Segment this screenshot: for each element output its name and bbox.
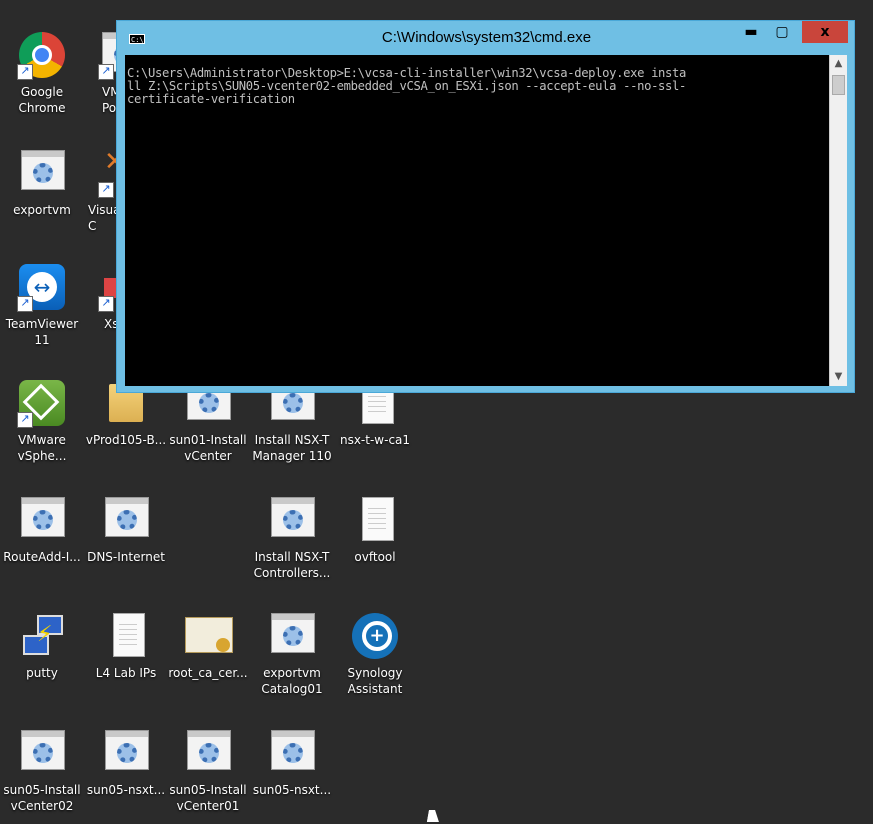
shortcut-arrow-icon: ↗	[98, 296, 114, 312]
desktop-icon-sun05-install-vcenter02[interactable]: sun05-Install vCenter02	[0, 728, 84, 814]
script-icon	[21, 150, 65, 190]
desktop-icon-dns-internet[interactable]: DNS-Internet	[84, 495, 168, 565]
document-icon	[113, 613, 145, 657]
minimize-button[interactable]: ▬	[736, 21, 766, 43]
desktop-icon-google-chrome[interactable]: ↗ Google Chrome	[0, 30, 84, 116]
desktop-icon-install-nsx-controllers[interactable]: Install NSX-T Controllers...	[250, 495, 334, 581]
shortcut-arrow-icon: ↗	[17, 296, 33, 312]
icon-label: sun05-Install vCenter02	[3, 783, 81, 813]
putty-icon: ⚡	[23, 615, 63, 657]
desktop: ↗ Google Chrome exportvm ↗ TeamViewer 11…	[0, 0, 873, 824]
script-icon	[105, 497, 149, 537]
scroll-up-icon[interactable]: ▲	[830, 55, 847, 73]
script-icon	[271, 730, 315, 770]
desktop-icon-sun05-install-vcenter01[interactable]: sun05-Install vCenter01	[166, 728, 250, 814]
icon-label: root_ca_cer...	[168, 666, 248, 680]
icon-label: Install NSX-T Controllers...	[253, 550, 331, 580]
icon-label: exportvm	[13, 203, 71, 217]
desktop-icon-ovftool[interactable]: ovftool	[333, 495, 417, 565]
desktop-icon-l4-lab-ips[interactable]: L4 Lab IPs	[84, 611, 168, 681]
desktop-icon-exportvm[interactable]: exportvm	[0, 148, 84, 218]
shortcut-arrow-icon: ↗	[17, 412, 33, 428]
desktop-icon-synology-assistant[interactable]: Synology Assistant	[333, 611, 417, 697]
icon-label: sun01-Install vCenter	[169, 433, 247, 463]
scroll-down-icon[interactable]: ▼	[830, 368, 847, 386]
shortcut-arrow-icon: ↗	[98, 64, 114, 80]
desktop-icon-root-ca-cert[interactable]: root_ca_cer...	[166, 611, 250, 681]
desktop-icon-routeadd[interactable]: RouteAdd-I...	[0, 495, 84, 565]
maximize-button[interactable]: ▢	[767, 21, 797, 43]
script-icon	[187, 730, 231, 770]
desktop-icon-vmware-vsphere[interactable]: ↗ VMware vSphe...	[0, 378, 84, 464]
icon-label: ovftool	[354, 550, 396, 564]
icon-label: Google Chrome	[18, 85, 66, 115]
icon-label: L4 Lab IPs	[95, 666, 157, 680]
icon-label: RouteAdd-I...	[3, 550, 81, 564]
cmd-titlebar[interactable]: C:\ C:\Windows\system32\cmd.exe ▬ ▢ x	[117, 21, 854, 55]
desktop-icon-teamviewer[interactable]: ↗ TeamViewer 11	[0, 262, 84, 348]
desktop-icon-exportvm-catalog01[interactable]: exportvm Catalog01	[250, 611, 334, 697]
script-icon	[271, 497, 315, 537]
shortcut-arrow-icon: ↗	[98, 182, 114, 198]
desktop-icon-sun05-nsxt-2[interactable]: sun05-nsxt...	[250, 728, 334, 798]
script-icon	[21, 497, 65, 537]
icon-label: TeamViewer 11	[5, 317, 79, 347]
icon-label: sun05-nsxt...	[86, 783, 166, 797]
console-area[interactable]: C:\Users\Administrator\Desktop>E:\vcsa-c…	[125, 55, 829, 386]
icon-label: Synology Assistant	[347, 666, 403, 696]
shortcut-arrow-icon: ↗	[17, 64, 33, 80]
icon-label: nsx-t-w-ca1	[339, 433, 411, 447]
icon-label: vProd105-B...	[85, 433, 167, 447]
icon-label: exportvm Catalog01	[261, 666, 323, 696]
icon-label: VMware vSphe...	[17, 433, 67, 463]
icon-label: DNS-Internet	[87, 550, 165, 564]
vertical-scrollbar[interactable]: ▲ ▼	[829, 55, 847, 386]
script-icon	[105, 730, 149, 770]
icon-label: Install NSX-T Manager 110	[252, 433, 332, 463]
document-icon	[362, 497, 394, 541]
scroll-thumb[interactable]	[832, 75, 845, 95]
icon-label: sun05-Install vCenter01	[169, 783, 247, 813]
desktop-icon-sun05-nsxt-1[interactable]: sun05-nsxt...	[84, 728, 168, 798]
script-icon	[271, 613, 315, 653]
certificate-icon	[185, 617, 233, 653]
mouse-cursor-icon	[426, 810, 442, 822]
icon-label: sun05-nsxt...	[252, 783, 332, 797]
cmd-window[interactable]: C:\ C:\Windows\system32\cmd.exe ▬ ▢ x C:…	[116, 20, 855, 393]
script-icon	[21, 730, 65, 770]
synology-icon	[352, 613, 398, 659]
icon-label: putty	[26, 666, 58, 680]
close-button[interactable]: x	[802, 21, 848, 43]
desktop-icon-putty[interactable]: ⚡ putty	[0, 611, 84, 681]
console-text: C:\Users\Administrator\Desktop>E:\vcsa-c…	[127, 66, 687, 106]
